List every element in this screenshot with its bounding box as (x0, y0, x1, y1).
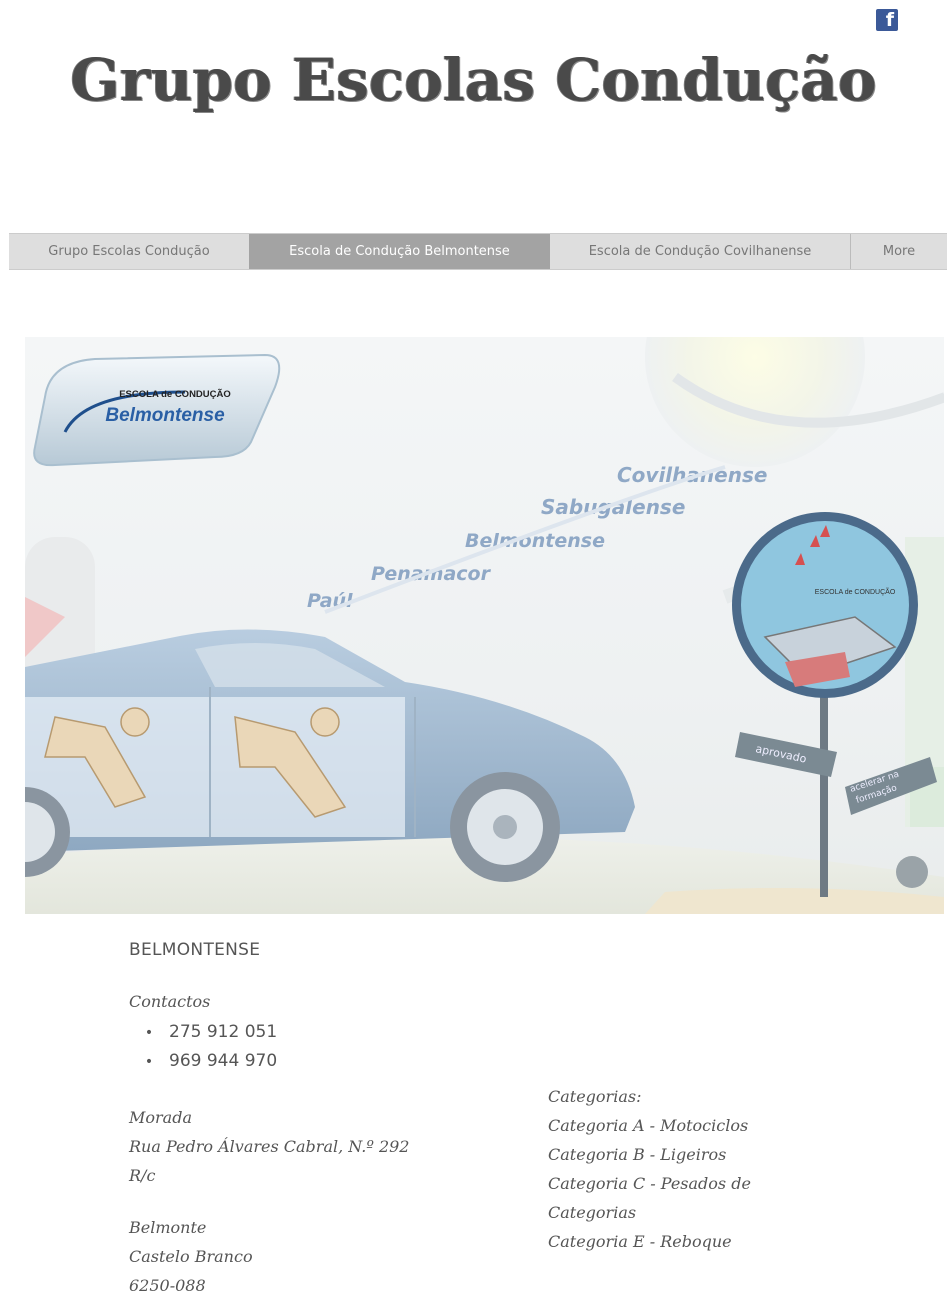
corner-badge-icon (896, 856, 928, 888)
town-sabugalense: Sabugalense (541, 495, 685, 519)
nav-item-covilhanense[interactable]: Escola de Condução Covilhanense (550, 234, 851, 269)
town-covilhanense: Covilhanense (617, 463, 767, 487)
hero-illustration: ESCOLA de CONDUÇÃO Belmontense Covilhane… (25, 337, 944, 914)
town-penamacor: Penamacor (371, 563, 492, 585)
school-title: BELMONTENSE (129, 940, 261, 960)
morada-block: Morada Rua Pedro Álvares Cabral, N.º 292… (129, 1103, 409, 1190)
categoria-item: Categoria C - Pesados de (548, 1174, 751, 1193)
nav-item-belmontense[interactable]: Escola de Condução Belmontense (249, 234, 550, 269)
site-title: Grupo Escolas Condução (70, 46, 877, 114)
city-name: Belmonte (129, 1218, 207, 1237)
main-nav: Grupo Escolas Condução Escola de Conduçã… (9, 233, 947, 270)
facebook-icon[interactable]: f (876, 9, 898, 31)
categorias-block: Categorias: Categoria A - Motociclos Cat… (548, 1082, 751, 1256)
phone-list: 275 912 051 969 944 970 (129, 1018, 277, 1076)
belmontense-logo: ESCOLA de CONDUÇÃO Belmontense (33, 353, 281, 467)
categoria-item: Categoria A - Motociclos (548, 1116, 749, 1135)
categorias-label: Categorias: (548, 1087, 642, 1106)
nav-item-more[interactable]: More (851, 234, 947, 269)
morada-line-2: R/c (129, 1166, 156, 1185)
logo-top-text: ESCOLA de CONDUÇÃO (119, 389, 231, 400)
nav-item-grupo-escolas[interactable]: Grupo Escolas Condução (9, 234, 249, 269)
district-name: Castelo Branco (129, 1247, 253, 1266)
categoria-item: Categorias (548, 1203, 637, 1222)
postal-code: 6250-088 (129, 1276, 206, 1295)
city-block: Belmonte Castelo Branco 6250-088 (129, 1213, 253, 1300)
logo-main-text: Belmontense (105, 405, 225, 426)
contactos-label: Contactos (129, 992, 211, 1011)
phone-item: 275 912 051 (129, 1018, 277, 1047)
sun-glow (645, 337, 865, 467)
categoria-item: Categoria B - Ligeiros (548, 1145, 727, 1164)
sign-text: ESCOLA de CONDUÇÃO (815, 587, 896, 596)
morada-label: Morada (129, 1108, 192, 1127)
hero-banner: ESCOLA de CONDUÇÃO Belmontense Covilhane… (25, 337, 944, 914)
morada-line-1: Rua Pedro Álvares Cabral, N.º 292 (129, 1137, 410, 1156)
categoria-item: Categoria E - Reboque (548, 1232, 732, 1251)
phone-item: 969 944 970 (129, 1047, 277, 1076)
car-side-panel (25, 697, 405, 837)
